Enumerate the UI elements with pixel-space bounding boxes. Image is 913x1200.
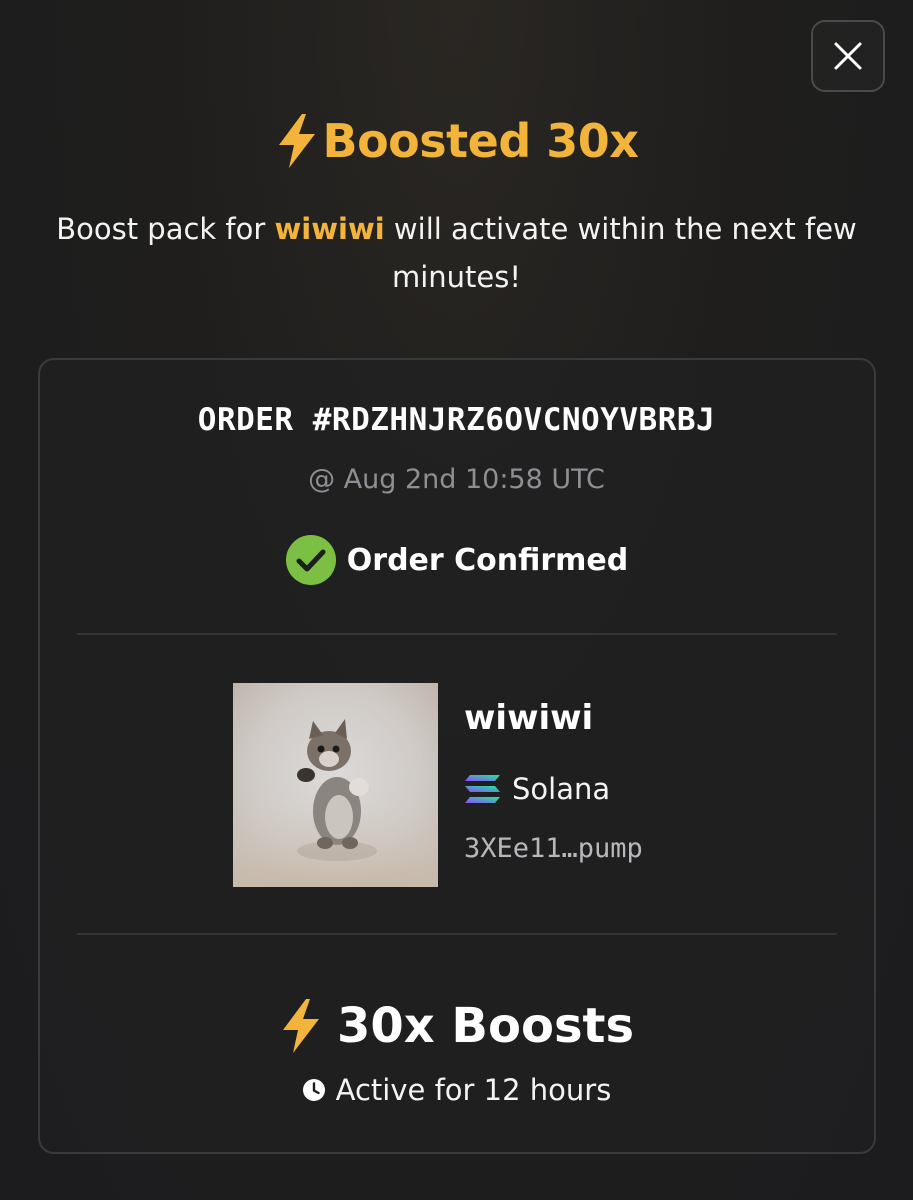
page-title: Boosted 30x: [0, 108, 913, 174]
clock-icon: [302, 1079, 325, 1101]
check-circle-icon: [285, 535, 336, 585]
divider: [77, 933, 837, 935]
boost-duration: Active for 12 hours: [0, 1068, 913, 1112]
order-timestamp: @ Aug 2nd 10:58 UTC: [308, 464, 605, 495]
subtitle-token-name: wiwiwi: [274, 212, 385, 246]
subtitle-prefix: Boost pack for: [56, 212, 275, 246]
title-text: Boosted 30x: [322, 114, 639, 168]
order-id: ORDER #RDZHNJRZ6OVCNOYVBRBJ: [197, 402, 716, 438]
boost-summary: 30x Boosts: [0, 990, 913, 1062]
chain-name: Solana: [512, 772, 611, 806]
close-icon: [834, 42, 862, 70]
divider: [77, 633, 837, 635]
boost-count: 30x Boosts: [336, 998, 635, 1054]
token-address[interactable]: 3XEe11…pump: [464, 833, 643, 864]
token-name: wiwiwi: [464, 698, 594, 738]
close-button[interactable]: [811, 20, 885, 92]
token-chain: Solana: [464, 768, 610, 810]
subtitle-suffix: will activate within the next few minute…: [384, 212, 857, 294]
solana-logo-icon: [465, 775, 500, 803]
lightning-icon: [282, 999, 319, 1053]
activation-message: Boost pack for wiwiwi will activate with…: [50, 205, 863, 301]
order-status: Order Confirmed: [0, 534, 913, 586]
lightning-icon: [278, 114, 315, 168]
duration-text: Active for 12 hours: [335, 1073, 612, 1107]
token-image: [233, 683, 438, 887]
status-text: Order Confirmed: [346, 542, 629, 578]
